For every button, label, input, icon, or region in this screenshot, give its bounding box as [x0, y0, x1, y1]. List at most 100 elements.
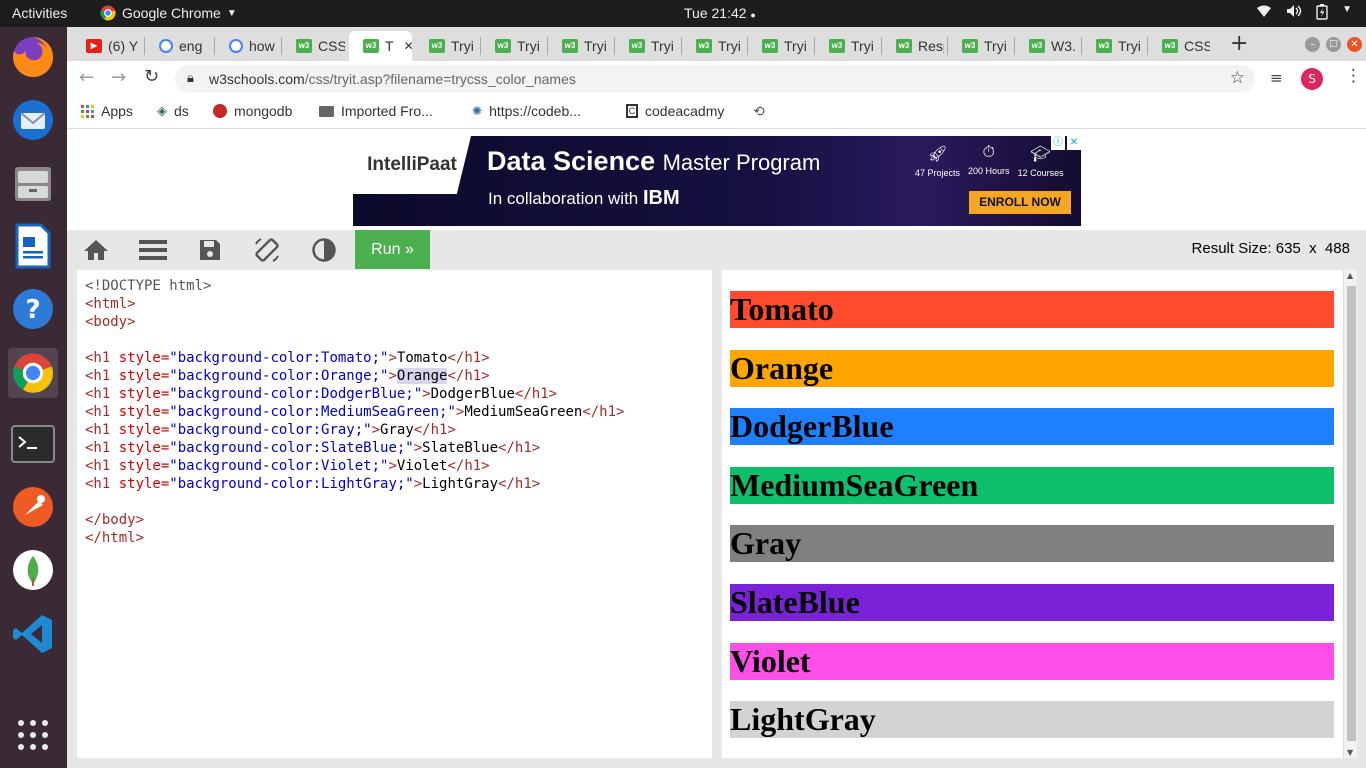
- new-tab-button[interactable]: +: [1230, 31, 1248, 56]
- bookmark-ds[interactable]: ◈ ds: [157, 103, 189, 119]
- history-icon[interactable]: ⟲: [753, 103, 765, 120]
- result-heading: MediumSeaGreen: [730, 466, 1334, 504]
- bookmarks-bar: Apps ◈ ds mongodb Imported Fro... ✺ http…: [67, 97, 1366, 129]
- code-token: >: [388, 458, 397, 474]
- w3schools-icon: w3: [962, 39, 978, 53]
- result-size-label: Result Size:: [1191, 240, 1272, 257]
- code-line: <h1 style="background-color:Violet;">Vio…: [85, 457, 704, 475]
- tab[interactable]: eng: [145, 31, 210, 61]
- tab[interactable]: w3 Resp: [882, 31, 944, 61]
- scroll-up-icon[interactable]: ▲: [1347, 271, 1353, 280]
- close-tab-icon[interactable]: ✕: [404, 39, 412, 53]
- firefox-icon[interactable]: [8, 32, 58, 82]
- address-bar[interactable]: 🔒︎ w3schools.com/css/tryit.asp?filename=…: [175, 65, 1255, 93]
- ad-stat: 200 Hours: [968, 166, 1010, 176]
- bookmark-apps[interactable]: Apps: [81, 103, 133, 119]
- tab[interactable]: w3 W3.: [1015, 31, 1077, 61]
- code-token: </html>: [85, 530, 145, 546]
- bookmark-mongodb[interactable]: mongodb: [213, 103, 292, 119]
- code-line: <h1 style="background-color:DodgerBlue;"…: [85, 385, 704, 403]
- vscode-icon[interactable]: [8, 609, 58, 659]
- ad-headline-rest: Master Program: [662, 150, 821, 175]
- home-button[interactable]: [67, 230, 124, 270]
- dock: ?: [0, 27, 67, 768]
- mongodb-compass-icon[interactable]: [8, 545, 58, 595]
- activities-button[interactable]: Activities: [12, 5, 67, 21]
- tab[interactable]: w3 Tryi: [615, 31, 677, 61]
- bookmark-imported-folder[interactable]: Imported Fro...: [319, 103, 433, 119]
- code-editor[interactable]: <!DOCTYPE html> <html> <body> <h1 style="ba…: [77, 270, 712, 758]
- code-line: <h1 style="background-color:SlateBlue;">…: [85, 439, 704, 457]
- ad-info-icon[interactable]: ⓘ: [1051, 136, 1065, 150]
- tab-label: Tryi: [1118, 38, 1141, 54]
- postman-icon[interactable]: [8, 482, 58, 532]
- w3schools-icon: w3: [296, 39, 312, 53]
- forward-icon[interactable]: →: [111, 67, 126, 88]
- maximize-button[interactable]: □: [1326, 37, 1341, 52]
- code-token: "background-color:LightGray;": [169, 476, 414, 492]
- result-heading: Tomato: [730, 291, 1334, 328]
- chrome-dock-icon[interactable]: [8, 348, 58, 398]
- result-heading: Violet: [730, 642, 1334, 680]
- bookmark-codebeautify[interactable]: ✺ https://codeb...: [472, 103, 581, 119]
- menu-button[interactable]: [124, 230, 181, 270]
- tab-label: W3.: [1051, 38, 1076, 54]
- tab[interactable]: w3 CSS: [1148, 31, 1210, 61]
- ad-banner[interactable]: IntelliPaat Data Science Master Program …: [353, 136, 1081, 226]
- tab[interactable]: w3 T ✕: [349, 31, 412, 61]
- w3schools-icon: w3: [762, 39, 778, 53]
- reload-icon[interactable]: ↻: [144, 66, 159, 87]
- show-applications-icon[interactable]: [8, 710, 58, 760]
- ad-stat: 12 Courses: [1017, 168, 1064, 178]
- scrollbar-thumb[interactable]: [1347, 286, 1356, 741]
- tab[interactable]: w3 Tryi: [481, 31, 543, 61]
- result-frame[interactable]: Tomato Orange DodgerBlue MediumSeaGreen Gray…: [722, 270, 1347, 758]
- ad-collab-text: In collaboration with: [488, 189, 639, 208]
- back-icon[interactable]: ←: [79, 67, 94, 88]
- app-menu[interactable]: Google Chrome ▼: [100, 5, 237, 21]
- clock[interactable]: Tue 21:42 ●: [684, 5, 756, 21]
- run-button[interactable]: Run »: [355, 230, 430, 269]
- battery-icon: [1316, 4, 1328, 23]
- minimize-button[interactable]: –: [1305, 37, 1320, 52]
- tab[interactable]: ▶ (6) Y: [72, 31, 140, 61]
- tab[interactable]: w3 Tryi: [1082, 31, 1144, 61]
- scroll-down-icon[interactable]: ▼: [1347, 748, 1353, 757]
- tab[interactable]: w3 CSS: [282, 31, 345, 61]
- tab-label: Resp: [918, 38, 944, 54]
- theme-toggle-button[interactable]: [295, 230, 352, 270]
- help-icon[interactable]: ?: [8, 284, 58, 334]
- system-tray[interactable]: ▼: [1256, 4, 1352, 23]
- result-scrollbar[interactable]: ▲ ▼: [1343, 270, 1357, 758]
- tab[interactable]: w3 Tryi: [415, 31, 477, 61]
- tab[interactable]: w3 Tryi: [748, 31, 810, 61]
- tab[interactable]: w3 Tryi: [548, 31, 610, 61]
- folder-icon: [319, 105, 334, 117]
- save-button[interactable]: [181, 230, 238, 270]
- libreoffice-writer-icon[interactable]: [8, 221, 58, 271]
- ad-enroll-button[interactable]: ENROLL NOW: [969, 191, 1071, 214]
- close-window-button[interactable]: ✕: [1347, 37, 1362, 52]
- code-token: >: [422, 386, 431, 402]
- svg-text:?: ?: [25, 295, 40, 325]
- system-top-bar: Activities Google Chrome ▼ Tue 21:42 ● ▼: [0, 0, 1366, 27]
- chrome-menu-icon[interactable]: ⋮: [1345, 66, 1362, 86]
- files-icon[interactable]: [8, 158, 58, 208]
- rotate-layout-button[interactable]: [238, 230, 295, 270]
- media-control-icon[interactable]: ≡: [1270, 69, 1283, 87]
- terminal-icon[interactable]: [8, 419, 58, 469]
- tab[interactable]: w3 Tryi: [682, 31, 744, 61]
- bookmark-codeacadmy[interactable]: C codeacadmy: [626, 103, 724, 119]
- bookmark-star-icon[interactable]: ☆: [1230, 68, 1245, 88]
- profile-avatar[interactable]: S: [1301, 68, 1323, 90]
- ad-close-icon[interactable]: ✕: [1067, 136, 1081, 150]
- code-token: Tomato: [396, 350, 448, 366]
- code-token: style=: [118, 368, 170, 384]
- code-token: <h1: [85, 386, 119, 402]
- tab[interactable]: how: [215, 31, 277, 61]
- thunderbird-icon[interactable]: [8, 95, 58, 145]
- tab[interactable]: w3 Tryi: [948, 31, 1010, 61]
- tab[interactable]: w3 Tryi: [815, 31, 877, 61]
- url-host: w3schools.com: [209, 71, 305, 87]
